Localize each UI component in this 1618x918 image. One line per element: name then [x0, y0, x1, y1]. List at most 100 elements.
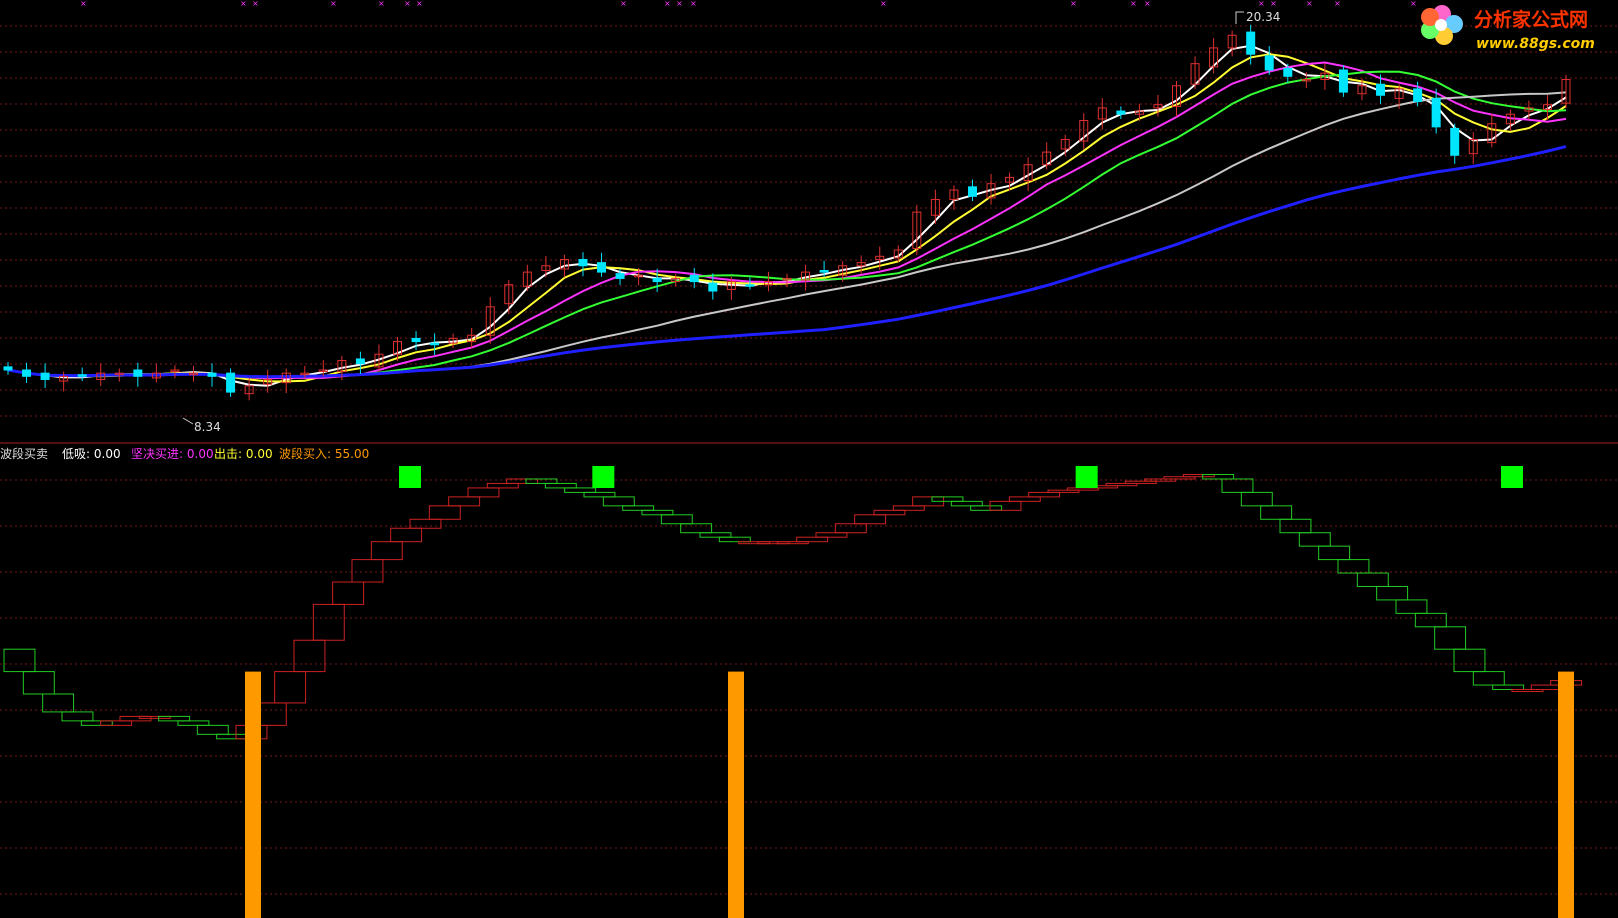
field-boduan-value: 55.00	[335, 447, 369, 461]
buy-bar	[1558, 671, 1574, 918]
top-marker: ×	[664, 0, 671, 8]
top-marker: ×	[880, 0, 887, 8]
candle-body	[1431, 97, 1441, 128]
wave-block	[1530, 684, 1563, 691]
candle-body	[1283, 67, 1293, 77]
field-dixi: 低吸: 0.00	[62, 447, 121, 461]
top-marker: ×	[330, 0, 337, 8]
top-marker: ×	[240, 0, 247, 8]
wave-block	[815, 532, 848, 538]
field-chuji-label: 出击	[214, 447, 238, 461]
candlesticks	[3, 24, 1571, 401]
wave-block	[22, 671, 55, 695]
wave-block	[1008, 496, 1041, 502]
candle-body	[355, 358, 365, 365]
wave-block	[1356, 572, 1389, 587]
low-annotation: 8.34	[182, 417, 221, 434]
top-marker: ×	[676, 0, 683, 8]
wave-block	[100, 720, 133, 726]
indicator-title: 波段买卖	[0, 446, 48, 461]
candle-body	[226, 372, 236, 393]
wave-block	[467, 487, 500, 498]
wave-block	[42, 693, 75, 713]
low-label: 8.34	[194, 420, 221, 434]
candle-body	[578, 258, 588, 267]
watermark-brand: 分析家公式网	[1474, 8, 1588, 31]
buy-bar	[245, 671, 261, 918]
field-jianjue-label: 坚决买进	[131, 447, 179, 461]
wave-block	[950, 500, 983, 507]
top-marker: ×	[1144, 0, 1151, 8]
top-marker: ×	[620, 0, 627, 8]
wave-block	[312, 603, 345, 641]
wave-block	[796, 536, 829, 543]
wave-block	[931, 496, 964, 502]
candle-body	[745, 284, 755, 287]
signal-square	[1501, 466, 1523, 488]
indicator-header: 波段买卖 低吸: 0.00 坚决买进: 0.00 出击: 0.00 波段买入: …	[0, 446, 369, 461]
candle-body	[819, 270, 829, 273]
top-marker: ×	[404, 0, 411, 8]
wave-block	[1318, 545, 1351, 561]
top-marker: ×	[1130, 0, 1137, 8]
wave-block	[177, 720, 210, 726]
wave-block	[1472, 671, 1505, 686]
wave-block	[1260, 505, 1293, 520]
wave-block	[622, 505, 655, 511]
field-jianjue: 坚决买进: 0.00	[131, 447, 214, 461]
wave-block	[854, 514, 887, 525]
wave-block	[834, 523, 867, 534]
wave-block	[1453, 648, 1486, 673]
wave-block	[216, 733, 249, 740]
top-marker: ×	[690, 0, 697, 8]
candle-body	[689, 274, 699, 283]
wave-block	[873, 509, 906, 516]
wave-block	[1492, 684, 1525, 691]
wave-block	[680, 523, 713, 534]
top-marker: ×	[1258, 0, 1265, 8]
wave-block	[274, 671, 307, 704]
wave-block	[3, 648, 36, 673]
wave-block	[1028, 491, 1061, 498]
candle-body	[1338, 69, 1348, 93]
top-marker: ×	[80, 0, 87, 8]
wave-block	[583, 491, 616, 498]
field-chuji-value: 0.00	[246, 447, 273, 461]
wave-block	[409, 518, 442, 529]
top-marker: ×	[1410, 0, 1417, 8]
top-marker: ×	[1334, 0, 1341, 8]
wave-block	[1434, 626, 1467, 650]
candle-body	[967, 186, 977, 197]
wave-block	[1337, 559, 1370, 574]
wave-block	[699, 532, 732, 538]
high-label: 20.34	[1246, 10, 1280, 24]
wave-block	[293, 639, 326, 673]
top-marker: ×	[252, 0, 259, 8]
field-boduan: 波段买入: 55.00	[279, 446, 369, 461]
wave-block	[1395, 599, 1428, 614]
wave-block	[641, 509, 674, 516]
signal-square	[399, 466, 421, 488]
wave-block	[448, 496, 481, 507]
ma-gray-line	[7, 91, 1567, 378]
wave-block	[332, 581, 365, 605]
field-boduan-label: 波段买入	[279, 446, 327, 461]
wave-block	[718, 536, 751, 543]
top-marker: ×	[416, 0, 423, 8]
candle-body	[1264, 55, 1274, 71]
wave-block	[351, 559, 384, 583]
candle-body	[430, 342, 440, 346]
wave-block	[970, 505, 1003, 511]
candle-body	[1246, 31, 1256, 55]
ma-white-line	[7, 44, 1567, 387]
candle-body	[1376, 83, 1386, 96]
wave-block	[1221, 478, 1254, 493]
candle-body	[207, 372, 217, 377]
watermark: 分析家公式网 www.88gs.com	[1421, 5, 1595, 52]
candle-body	[1450, 127, 1460, 156]
wave-block	[1298, 532, 1331, 547]
high-annotation: 20.34	[1235, 10, 1280, 24]
moving-average-lines	[7, 44, 1567, 387]
candle-body	[411, 337, 421, 343]
candle-body	[1413, 88, 1423, 103]
